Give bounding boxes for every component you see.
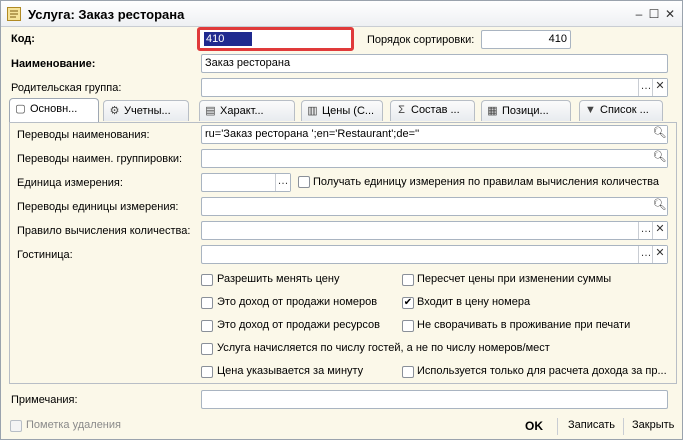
unit-translations-field[interactable] <box>201 197 668 216</box>
qty-rule-select-button[interactable]: … <box>638 222 653 239</box>
app-form-icon <box>7 7 21 21</box>
tab-characteristics-label: Характ... <box>220 105 264 117</box>
no-collapse-label: Не сворачивать в проживание при печати <box>417 319 631 331</box>
tab-bar: ▢ Основн... ⚙ Учетны... ▤ Характ... ▥ Цены (… <box>9 98 677 122</box>
hotel-field[interactable] <box>201 245 668 264</box>
separator <box>623 418 624 435</box>
name-translations-field[interactable]: ru='Заказ ресторана ';en='Restaurant';de… <box>201 125 668 144</box>
tab-main-label: Основн... <box>30 103 78 115</box>
tab-list[interactable]: ▼ Список ... <box>579 100 663 121</box>
tab-accounting-label: Учетны... <box>124 105 171 117</box>
parent-group-select-button[interactable]: … <box>638 79 653 96</box>
tab-list-label: Список ... <box>600 104 649 116</box>
tab-prices[interactable]: ▥ Цены (С... <box>301 100 383 121</box>
hotel-clear-icon[interactable]: ✕ <box>652 246 667 263</box>
ok-button[interactable]: OK <box>525 419 543 433</box>
window-title: Услуга: Заказ ресторана <box>28 7 185 22</box>
per-minute-checkbox[interactable] <box>201 366 213 378</box>
resource-income-label: Это доход от продажи ресурсов <box>217 319 380 331</box>
allow-price-change-checkbox[interactable] <box>201 274 213 286</box>
tab-accounting[interactable]: ⚙ Учетны... <box>103 100 189 121</box>
minimize-button[interactable]: – <box>631 6 647 22</box>
code-value: 410 <box>204 32 252 46</box>
qty-rule-field[interactable] <box>201 221 668 240</box>
no-collapse-checkbox[interactable] <box>402 320 414 332</box>
save-button[interactable]: Записать <box>568 419 615 431</box>
separator <box>557 418 558 435</box>
hotel-label: Гостиница: <box>17 249 73 261</box>
notes-field[interactable] <box>201 390 668 409</box>
sort-order-field[interactable]: 410 <box>481 30 571 49</box>
unit-select-button[interactable]: … <box>275 174 290 191</box>
maximize-button[interactable]: ☐ <box>646 6 662 22</box>
search-icon[interactable]: 🔍︎ <box>652 126 667 143</box>
revenue-only-label: Используется только для расчета дохода з… <box>417 365 667 377</box>
close-window-button[interactable]: ✕ <box>662 6 678 22</box>
table-icon: ▦ <box>487 105 498 117</box>
unit-rules-checkbox[interactable] <box>298 176 310 188</box>
search-icon[interactable]: 🔍︎ <box>652 198 667 215</box>
tab-prices-label: Цены (С... <box>322 105 375 117</box>
unit-translations-label: Переводы единицы измерения: <box>17 201 179 213</box>
delete-mark-checkbox[interactable] <box>10 420 22 432</box>
name-translations-label: Переводы наименования: <box>17 129 150 141</box>
recalc-price-label: Пересчет цены при изменении суммы <box>417 273 612 285</box>
room-income-label: Это доход от продажи номеров <box>217 296 378 308</box>
name-field[interactable]: Заказ ресторана <box>201 54 668 73</box>
tab-positions-label: Позици... <box>502 105 549 117</box>
revenue-only-checkbox[interactable] <box>402 366 414 378</box>
parent-group-label: Родительская группа: <box>11 82 122 94</box>
notes-label: Примечания: <box>11 394 78 406</box>
tab-composition-label: Состав ... <box>411 104 460 116</box>
name-label: Наименование: <box>11 58 96 70</box>
qty-rule-clear-icon[interactable]: ✕ <box>652 222 667 239</box>
group-translations-label: Переводы наимен. группировки: <box>17 153 183 165</box>
code-field[interactable]: 410 <box>197 27 354 51</box>
doc-lines-icon: ▤ <box>205 105 216 117</box>
recalc-price-checkbox[interactable] <box>402 274 414 286</box>
tab-positions[interactable]: ▦ Позици... <box>481 100 571 121</box>
delete-mark-label: Пометка удаления <box>26 419 121 431</box>
by-guests-checkbox[interactable] <box>201 343 213 355</box>
checkmark-icon: ✔ <box>403 297 413 308</box>
in-room-price-checkbox[interactable]: ✔ <box>402 297 414 309</box>
tab-main[interactable]: ▢ Основн... <box>9 98 99 122</box>
sort-order-label: Порядок сортировки: <box>367 34 475 46</box>
doc-icon: ▢ <box>15 103 26 115</box>
sigma-icon: Σ <box>398 104 405 116</box>
qty-rule-label: Правило вычисления количества: <box>17 225 191 237</box>
per-minute-label: Цена указывается за минуту <box>217 365 364 377</box>
parent-group-clear-icon[interactable]: ✕ <box>652 79 667 96</box>
unit-label: Единица измерения: <box>17 177 123 189</box>
group-translations-field[interactable] <box>201 149 668 168</box>
price-icon: ▥ <box>307 105 318 117</box>
by-guests-label: Услуга начисляется по числу гостей, а не… <box>217 342 550 354</box>
tab-characteristics[interactable]: ▤ Характ... <box>199 100 295 121</box>
tab-composition[interactable]: Σ Состав ... <box>390 100 475 121</box>
allow-price-change-label: Разрешить менять цену <box>217 273 340 285</box>
command-bar: Пометка удаления OK Записать Закрыть <box>1 412 682 440</box>
resource-income-checkbox[interactable] <box>201 320 213 332</box>
in-room-price-label: Входит в цену номера <box>417 296 531 308</box>
gear-icon: ⚙ <box>109 105 120 117</box>
hotel-select-button[interactable]: … <box>638 246 653 263</box>
parent-group-field[interactable] <box>201 78 668 97</box>
code-label: Код: <box>11 33 35 45</box>
unit-rules-label: Получать единицу измерения по правилам в… <box>313 176 659 188</box>
service-window: Услуга: Заказ ресторана – ☐ ✕ Код: 410 П… <box>0 0 683 440</box>
room-income-checkbox[interactable] <box>201 297 213 309</box>
search-icon[interactable]: 🔍︎ <box>652 150 667 167</box>
close-button[interactable]: Закрыть <box>632 419 674 431</box>
triangle-down-icon: ▼ <box>585 104 596 116</box>
title-bar: Услуга: Заказ ресторана – ☐ ✕ <box>1 1 682 27</box>
